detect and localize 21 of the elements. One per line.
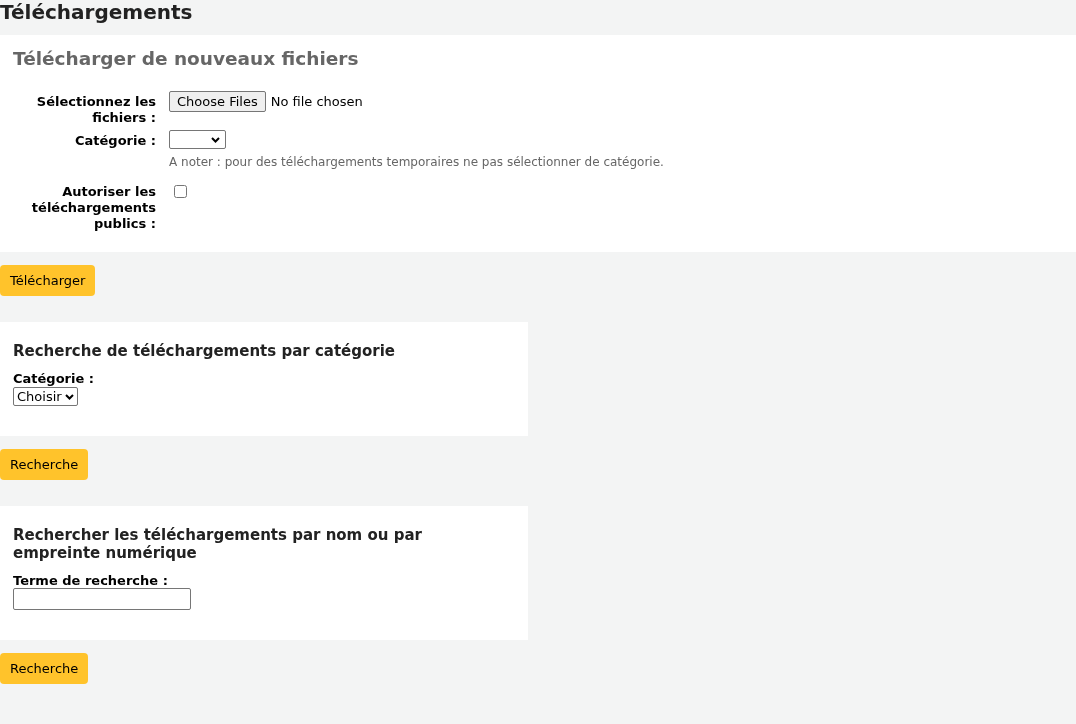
section-heading: Rechercher les téléchargements par nom ou par empreinte numérique [13,526,423,562]
upload-button[interactable]: Télécharger [0,265,96,296]
search-field[interactable] [13,588,191,610]
section-heading: Recherche de téléchargements par catégorie [13,342,397,360]
field-label: Sélectionnez les fichiers : [35,93,156,126]
category-select[interactable] [169,130,226,149]
file-status: No file chosen [270,94,363,109]
field-label: Catégorie : [74,132,156,149]
hint-text: A noter : pour des téléchargements temporaires ne pas sélectionner de catégorie. [169,155,665,169]
section-heading: Télécharger de nouveaux fichiers [13,47,360,71]
category-select[interactable]: Choisir [13,387,78,406]
public-checkbox[interactable] [174,185,187,198]
caret-icon [211,136,220,143]
caret-icon [64,393,74,400]
field-label: Autoriser les téléchargements publics : [30,183,156,232]
search-button[interactable]: Recherche [0,653,89,684]
choose-files-button[interactable]: Choose Files [169,91,266,112]
field-label: Terme de recherche : [13,573,169,588]
search-button[interactable]: Recherche [0,449,89,480]
field-label: Catégorie : [13,371,95,386]
page-title: Téléchargements [0,0,194,26]
